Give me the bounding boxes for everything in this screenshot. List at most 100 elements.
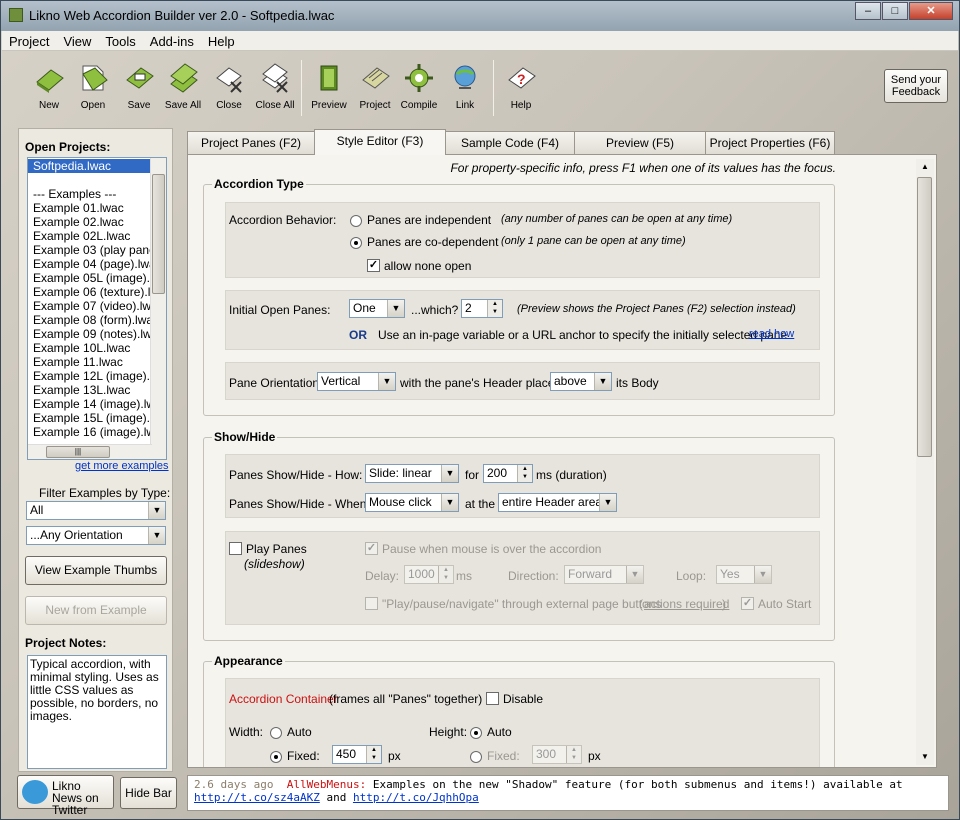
list-item[interactable]: Example 14 (image).lwac (28, 397, 150, 411)
close-window-button[interactable]: ✕ (909, 2, 953, 20)
list-item[interactable]: --- Examples --- (28, 187, 150, 201)
stepper-arrows-icon[interactable]: ▲ ▼ (517, 465, 532, 482)
header-area-select[interactable]: entire Header area ▼ (498, 493, 617, 512)
list-item[interactable]: Example 08 (form).lwac (28, 313, 150, 327)
projects-vertical-scrollbar[interactable] (150, 158, 166, 459)
pause-on-hover-checkbox[interactable]: ✓ (365, 542, 378, 555)
height-auto-radio[interactable] (470, 727, 482, 739)
actions-required-link[interactable]: actions required (644, 597, 729, 611)
link-button[interactable]: Link (440, 62, 490, 111)
stepper-arrows-icon[interactable]: ▲ ▼ (438, 566, 453, 583)
width-stepper[interactable]: 450 ▲ ▼ (332, 745, 382, 764)
list-item[interactable]: Example 01.lwac (28, 201, 150, 215)
list-item[interactable]: Example 02L.lwac (28, 229, 150, 243)
height-fixed-radio[interactable] (470, 751, 482, 763)
menu-bar: Project View Tools Add-ins Help (2, 31, 958, 51)
save-all-button[interactable]: Save All (158, 62, 208, 111)
filter-type-select[interactable]: All ▼ (26, 501, 166, 520)
menu-help[interactable]: Help (201, 31, 242, 50)
tab-style-editor[interactable]: Style Editor (F3) (314, 129, 446, 155)
menu-view[interactable]: View (56, 31, 98, 50)
scrollbar-thumb[interactable]: ||| (46, 446, 110, 458)
list-item[interactable]: Example 15L (image).lwac (28, 411, 150, 425)
duration-stepper[interactable]: 200 ▲ ▼ (483, 464, 533, 483)
list-item[interactable]: Example 03 (play panes) (28, 243, 150, 257)
projects-horizontal-scrollbar[interactable]: ||| (28, 444, 152, 459)
tab-project-properties[interactable]: Project Properties (F6) (705, 131, 835, 154)
menu-add-ins[interactable]: Add-ins (143, 31, 201, 50)
list-item[interactable]: Example 16 (image).lwac (28, 425, 150, 439)
close-all-button[interactable]: Close All (250, 62, 300, 111)
list-item[interactable] (28, 173, 150, 187)
list-item[interactable]: Example 06 (texture).lwac (28, 285, 150, 299)
stepper-arrows-icon[interactable]: ▲ ▼ (487, 300, 502, 317)
close-button[interactable]: Close (204, 62, 254, 111)
list-item[interactable]: Example 12L (image).lwac (28, 369, 150, 383)
send-feedback-button[interactable]: Send your Feedback (884, 69, 948, 103)
external-buttons-label: "Play/pause/navigate" through external p… (382, 597, 662, 611)
list-item[interactable]: Example 05L (image).lwac (28, 271, 150, 285)
independent-radio[interactable] (350, 215, 362, 227)
list-item[interactable]: Example 04 (page).lwac (28, 257, 150, 271)
stepper-arrows-icon[interactable]: ▲ ▼ (366, 746, 381, 763)
menu-project[interactable]: Project (2, 31, 56, 50)
disable-checkbox[interactable] (486, 692, 499, 705)
projects-list[interactable]: Softpedia.lwac --- Examples --- Example … (27, 157, 167, 460)
list-item[interactable]: Example 02.lwac (28, 215, 150, 229)
view-example-thumbs-button[interactable]: View Example Thumbs (25, 556, 167, 585)
header-placement-select[interactable]: above ▼ (550, 372, 612, 391)
loop-select[interactable]: Yes ▼ (716, 565, 772, 584)
scrollbar-thumb[interactable] (917, 177, 932, 457)
auto-start-checkbox[interactable]: ✓ (741, 597, 754, 610)
tab-preview[interactable]: Preview (F5) (574, 131, 706, 154)
orientation-select[interactable]: Vertical ▼ (317, 372, 396, 391)
direction-select[interactable]: Forward ▼ (564, 565, 644, 584)
co-dependent-radio[interactable] (350, 237, 362, 249)
likno-news-twitter-button[interactable]: Likno News on Twitter (17, 775, 114, 816)
initial-panes-select[interactable]: One ▼ (349, 299, 405, 318)
actions-open-paren: ( (639, 597, 643, 611)
project-notes-textarea[interactable]: Typical accordion, with minimal styling.… (27, 655, 167, 769)
scroll-up-icon[interactable]: ▲ (916, 159, 934, 175)
list-item[interactable]: Softpedia.lwac (28, 159, 150, 173)
filter-orientation-select[interactable]: ...Any Orientation ▼ (26, 526, 166, 545)
list-item[interactable]: Example 07 (video).lwac (28, 299, 150, 313)
compile-button[interactable]: Compile (394, 62, 444, 111)
save-button[interactable]: Save (114, 62, 164, 111)
height-stepper[interactable]: 300 ▲ ▼ (532, 745, 582, 764)
stepper-arrows-icon[interactable]: ▲ ▼ (566, 746, 581, 763)
external-buttons-checkbox[interactable] (365, 597, 378, 610)
scrollbar-thumb[interactable] (152, 174, 165, 294)
which-stepper[interactable]: 2 ▲ ▼ (461, 299, 503, 318)
left-panel: Open Projects: Softpedia.lwac --- Exampl… (18, 128, 173, 772)
tab-sample-code[interactable]: Sample Code (F4) (445, 131, 575, 154)
hide-bar-button[interactable]: Hide Bar (120, 777, 177, 809)
list-item[interactable]: Example 13L.lwac (28, 383, 150, 397)
allow-none-open-checkbox[interactable]: ✓ (367, 259, 380, 272)
minimize-button[interactable]: – (855, 2, 881, 20)
menu-tools[interactable]: Tools (98, 31, 142, 50)
how-select[interactable]: Slide: linear ▼ (365, 464, 459, 483)
when-select[interactable]: Mouse click ▼ (365, 493, 459, 512)
list-item[interactable]: Example 09 (notes).lwac (28, 327, 150, 341)
new-button[interactable]: New (24, 62, 74, 111)
tab-project-panes[interactable]: Project Panes (F2) (187, 131, 315, 154)
get-more-examples-link[interactable]: get more examples (75, 460, 169, 472)
list-item[interactable]: Example 10L.lwac (28, 341, 150, 355)
new-from-example-button[interactable]: New from Example (25, 596, 167, 625)
maximize-button[interactable]: □ (882, 2, 908, 20)
delay-stepper[interactable]: 1000 ▲ ▼ (404, 565, 454, 584)
read-how-link[interactable]: read how (749, 328, 794, 340)
preview-button[interactable]: Preview (304, 62, 354, 111)
project-button[interactable]: Project (350, 62, 400, 111)
scroll-down-icon[interactable]: ▼ (916, 749, 934, 765)
news-link-1[interactable]: http://t.co/sz4aAKZ (194, 791, 320, 804)
open-button[interactable]: Open (68, 62, 118, 111)
editor-vertical-scrollbar[interactable]: ▲ ▼ (916, 159, 934, 765)
width-fixed-radio[interactable] (270, 751, 282, 763)
list-item[interactable]: Example 11.lwac (28, 355, 150, 369)
help-button[interactable]: ? Help (496, 62, 546, 111)
play-panes-checkbox[interactable] (229, 542, 242, 555)
width-auto-radio[interactable] (270, 727, 282, 739)
news-link-2[interactable]: http://t.co/JqhhOpa (353, 791, 479, 804)
